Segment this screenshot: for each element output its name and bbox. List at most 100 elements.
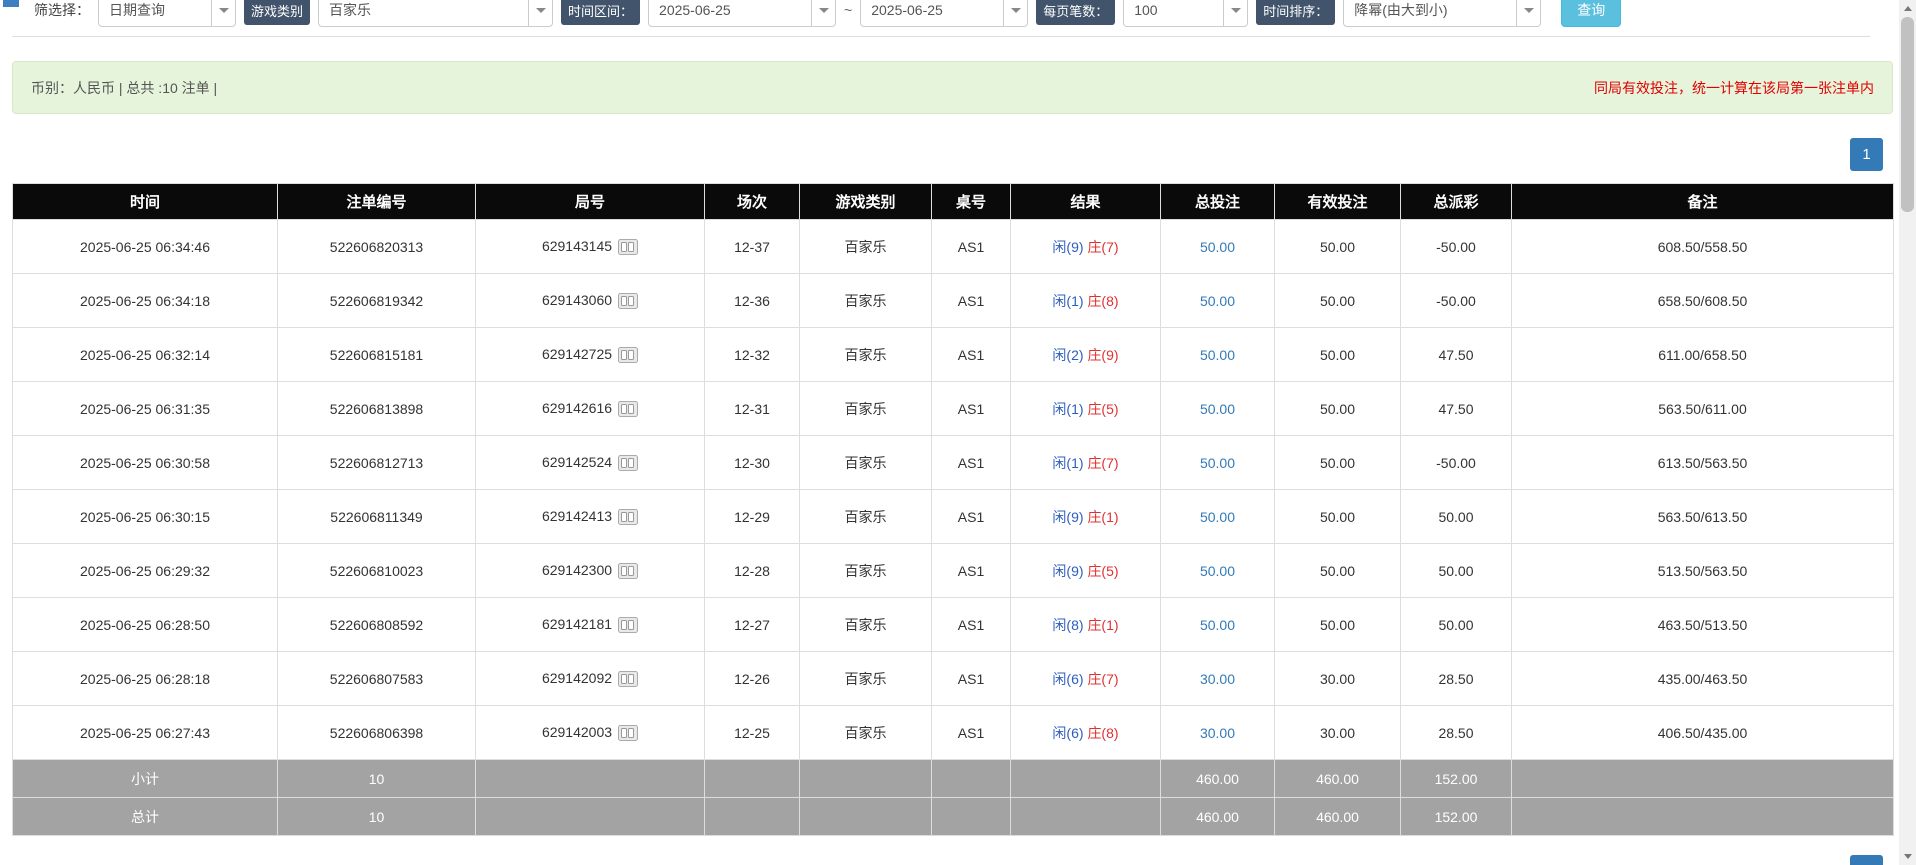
cards-icon[interactable] [618, 293, 638, 309]
total-bet-link[interactable]: 50.00 [1200, 617, 1235, 633]
payout-cell: -50.00 [1401, 274, 1512, 328]
total-bet-link[interactable]: 30.00 [1200, 671, 1235, 687]
game-type-label: 游戏类别 [244, 0, 310, 25]
game-type-cell: 百家乐 [800, 220, 932, 274]
round-id-cell: 629142181 [476, 598, 705, 652]
session-cell: 12-36 [705, 274, 800, 328]
result-player: 闲(1) [1052, 455, 1083, 471]
game-type-cell: 百家乐 [800, 274, 932, 328]
round-number: 629142524 [542, 454, 612, 470]
bet-id-cell: 522606820313 [278, 220, 476, 274]
game-type-cell: 百家乐 [800, 328, 932, 382]
cards-icon[interactable] [618, 671, 638, 687]
chevron-down-icon [1223, 0, 1247, 26]
bet-time-cell: 2025-06-25 06:34:46 [13, 220, 278, 274]
table-number-cell: AS1 [932, 328, 1011, 382]
cards-icon[interactable] [618, 617, 638, 633]
page: 筛选择： 日期查询 游戏类别 百家乐 时间区间： 2025-06-25 ~ 20… [0, 0, 1916, 865]
game-type-cell: 百家乐 [800, 652, 932, 706]
remark-cell: 563.50/613.50 [1512, 490, 1894, 544]
result-cell: 闲(6) 庄(7) [1011, 652, 1161, 706]
cards-icon[interactable] [618, 347, 638, 363]
column-header: 场次 [705, 184, 800, 220]
valid-bet-cell: 50.00 [1275, 382, 1401, 436]
total-bet-cell: 50.00 [1161, 274, 1275, 328]
game-type-cell: 百家乐 [800, 490, 932, 544]
total-bet-link[interactable]: 50.00 [1200, 563, 1235, 579]
table-number-cell: AS1 [932, 220, 1011, 274]
cards-icon[interactable] [618, 509, 638, 525]
page-size-select[interactable]: 100 [1123, 0, 1248, 27]
total-bet-cell: 50.00 [1161, 544, 1275, 598]
query-type-select[interactable]: 日期查询 [98, 0, 236, 27]
cards-icon[interactable] [618, 455, 638, 471]
result-player: 闲(6) [1052, 671, 1083, 687]
column-header: 总投注 [1161, 184, 1275, 220]
query-button[interactable]: 查询 [1561, 0, 1621, 27]
footer-cell [800, 798, 932, 836]
total-bet-link[interactable]: 50.00 [1200, 509, 1235, 525]
notice-text: 同局有效投注，统一计算在该局第一张注单内 [1594, 78, 1874, 98]
time-range-label: 时间区间： [561, 0, 640, 25]
total-bet-cell: 50.00 [1161, 220, 1275, 274]
result-player: 闲(9) [1052, 563, 1083, 579]
column-header: 有效投注 [1275, 184, 1401, 220]
scrollbar[interactable] [1899, 0, 1916, 865]
game-type-select[interactable]: 百家乐 [318, 0, 553, 27]
column-header: 局号 [476, 184, 705, 220]
date-to-select[interactable]: 2025-06-25 [860, 0, 1028, 27]
total-bet-link[interactable]: 50.00 [1200, 239, 1235, 255]
payout-cell: 47.50 [1401, 382, 1512, 436]
session-cell: 12-37 [705, 220, 800, 274]
result-banker: 庄(9) [1087, 347, 1118, 363]
valid-bet-cell: 50.00 [1275, 544, 1401, 598]
session-cell: 12-26 [705, 652, 800, 706]
arrow-up-icon[interactable] [1899, 0, 1916, 17]
total-bet-link[interactable]: 50.00 [1200, 293, 1235, 309]
result-cell: 闲(8) 庄(1) [1011, 598, 1161, 652]
table-number-cell: AS1 [932, 706, 1011, 760]
chevron-down-icon [211, 0, 235, 26]
total-bet-link[interactable]: 50.00 [1200, 455, 1235, 471]
payout-cell: 47.50 [1401, 328, 1512, 382]
pagination-top: 1 [12, 138, 1893, 171]
session-cell: 12-28 [705, 544, 800, 598]
date-from-select[interactable]: 2025-06-25 [648, 0, 836, 27]
total-bet-cell: 50.00 [1161, 328, 1275, 382]
game-type-cell: 百家乐 [800, 544, 932, 598]
total-bet-link[interactable]: 50.00 [1200, 347, 1235, 363]
cards-icon[interactable] [618, 563, 638, 579]
cards-icon[interactable] [618, 239, 638, 255]
arrow-down-icon[interactable] [1899, 848, 1916, 865]
footer-cell [705, 760, 800, 798]
chevron-down-icon [811, 0, 835, 26]
filter-bar: 筛选择： 日期查询 游戏类别 百家乐 时间区间： 2025-06-25 ~ 20… [12, 0, 1870, 37]
remark-cell: 611.00/658.50 [1512, 328, 1894, 382]
bet-id-cell: 522606819342 [278, 274, 476, 328]
valid-bet-cell: 50.00 [1275, 598, 1401, 652]
remark-cell: 658.50/608.50 [1512, 274, 1894, 328]
payout-cell: 50.00 [1401, 544, 1512, 598]
column-header: 桌号 [932, 184, 1011, 220]
game-type-cell: 百家乐 [800, 706, 932, 760]
result-player: 闲(2) [1052, 347, 1083, 363]
total-bet-link[interactable]: 30.00 [1200, 725, 1235, 741]
bet-id-cell: 522606812713 [278, 436, 476, 490]
footer-cell: 10 [278, 760, 476, 798]
footer-cell [1011, 760, 1161, 798]
session-cell: 12-27 [705, 598, 800, 652]
cards-icon[interactable] [618, 401, 638, 417]
column-header: 备注 [1512, 184, 1894, 220]
bet-id-cell: 522606811349 [278, 490, 476, 544]
page-1-button-bottom[interactable]: 1 [1850, 855, 1883, 865]
chevron-down-icon [1516, 0, 1540, 26]
payout-cell: 28.50 [1401, 652, 1512, 706]
currency-summary-text: 币别：人民币 | 总共 :10 注单 | [31, 78, 217, 98]
total-bet-link[interactable]: 50.00 [1200, 401, 1235, 417]
cards-icon[interactable] [618, 725, 638, 741]
result-banker: 庄(8) [1087, 293, 1118, 309]
scrollbar-thumb[interactable] [1901, 17, 1914, 212]
page-1-button[interactable]: 1 [1850, 138, 1883, 171]
table-row: 2025-06-25 06:32:14522606815181629142725… [13, 328, 1894, 382]
sort-select[interactable]: 降幂(由大到小) [1343, 0, 1541, 27]
